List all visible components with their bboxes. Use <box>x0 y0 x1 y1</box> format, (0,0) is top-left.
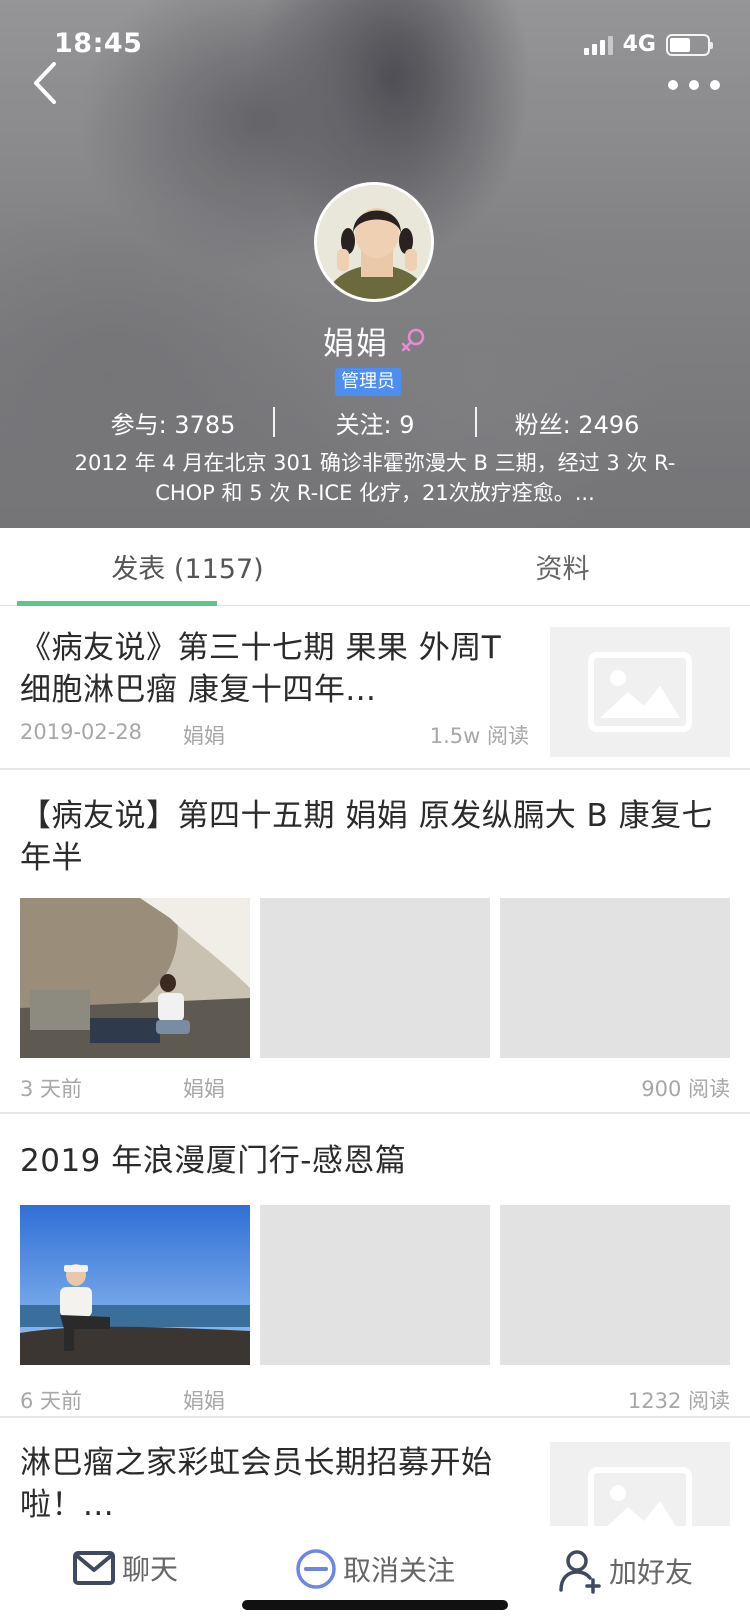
signal-icon <box>583 35 613 55</box>
tab-posts-label: 发表 (1157) <box>111 554 264 585</box>
add-friend-label: 加好友 <box>608 1556 693 1589</box>
post-title: 淋巴瘤之家彩虹会员长期招募开始啦！... <box>20 1445 493 1523</box>
post-item[interactable]: 【病友说】第四十五期 娟娟 原发纵膈大 B 康复七年半 3 天前 娟娟 900 … <box>0 770 750 1114</box>
more-button[interactable] <box>664 70 724 100</box>
stat-participation[interactable]: 参与: 3785 <box>73 405 273 440</box>
post-image[interactable] <box>500 898 730 1058</box>
chat-label: 聊天 <box>121 1553 178 1586</box>
network-label: 4G <box>622 32 656 57</box>
profile-stats: 参与: 3785 关注: 9 粉丝: 2496 <box>0 400 750 444</box>
more-dots-icon <box>668 80 678 90</box>
minus-circle-icon <box>296 1549 336 1589</box>
chat-button[interactable]: 聊天 <box>0 1548 250 1588</box>
post-author: 娟娟 <box>183 724 225 748</box>
profile-tabs: 发表 (1157) 资料 <box>0 528 750 606</box>
tab-active-indicator <box>17 601 217 606</box>
post-image[interactable] <box>500 1205 730 1365</box>
post-title: 【病友说】第四十五期 娟娟 原发纵膈大 B 康复七年半 <box>20 798 714 876</box>
post-images <box>20 1205 730 1365</box>
post-date: 2019-02-28 <box>20 720 143 744</box>
battery-icon <box>666 33 713 56</box>
post-date: 3 天前 <box>20 1077 83 1101</box>
post-title: 2019 年浪漫厦门行-感恩篇 <box>20 1143 407 1179</box>
unfollow-label: 取消关注 <box>342 1554 455 1587</box>
post-thumbnail <box>550 627 730 757</box>
post-author: 娟娟 <box>183 1077 225 1101</box>
tab-posts[interactable]: 发表 (1157) <box>0 528 375 606</box>
mail-icon <box>72 1551 115 1585</box>
post-feed: 《病友说》第三十七期 果果 外周T细胞淋巴瘤 康复十四年... 2019-02-… <box>0 607 750 1572</box>
post-images <box>20 898 730 1058</box>
post-image[interactable] <box>20 1205 250 1365</box>
stat-followers[interactable]: 粉丝: 2496 <box>477 405 677 440</box>
post-item[interactable]: 《病友说》第三十七期 果果 外周T细胞淋巴瘤 康复十四年... 2019-02-… <box>0 607 750 770</box>
post-item[interactable]: 2019 年浪漫厦门行-感恩篇 6 天前 娟娟 1232 阅读 <box>0 1114 750 1418</box>
tab-info-label: 资料 <box>535 554 590 585</box>
female-icon <box>401 328 425 351</box>
add-user-icon <box>559 1550 601 1594</box>
add-friend-button[interactable]: 加好友 <box>500 1548 750 1594</box>
status-time: 18:45 <box>54 28 143 59</box>
post-image[interactable] <box>20 898 250 1058</box>
status-bar: 18:45 4G <box>0 0 750 88</box>
home-indicator[interactable] <box>242 1600 508 1610</box>
chevron-left-icon <box>34 62 56 104</box>
user-name: 娟娟 <box>323 326 389 362</box>
avatar[interactable] <box>314 182 434 302</box>
post-reads: 1.5w 阅读 <box>429 724 529 748</box>
admin-badge: 管理员 <box>335 368 401 396</box>
profile-header: 18:45 4G 娟娟 管理员 参与: 3785 关注: 9 粉丝: 2496 … <box>0 0 750 528</box>
unfollow-button[interactable]: 取消关注 <box>250 1548 500 1590</box>
profile-bio: 2012 年 4 月在北京 301 确诊非霍弥漫大 B 三期，经过 3 次 R-… <box>74 451 676 505</box>
post-image[interactable] <box>260 1205 490 1365</box>
post-image[interactable] <box>260 898 490 1058</box>
image-placeholder-icon <box>588 652 692 732</box>
post-title: 《病友说》第三十七期 果果 外周T细胞淋巴瘤 康复十四年... <box>20 630 502 708</box>
back-button[interactable] <box>26 58 66 108</box>
profile-screen: 18:45 4G 娟娟 管理员 参与: 3785 关注: 9 粉丝: 2496 … <box>0 0 750 1624</box>
stat-following[interactable]: 关注: 9 <box>275 405 475 440</box>
post-author: 娟娟 <box>183 1389 225 1413</box>
post-reads: 900 阅读 <box>641 1077 730 1101</box>
tab-info[interactable]: 资料 <box>375 528 750 605</box>
post-date: 6 天前 <box>20 1389 83 1413</box>
post-reads: 1232 阅读 <box>627 1389 730 1413</box>
